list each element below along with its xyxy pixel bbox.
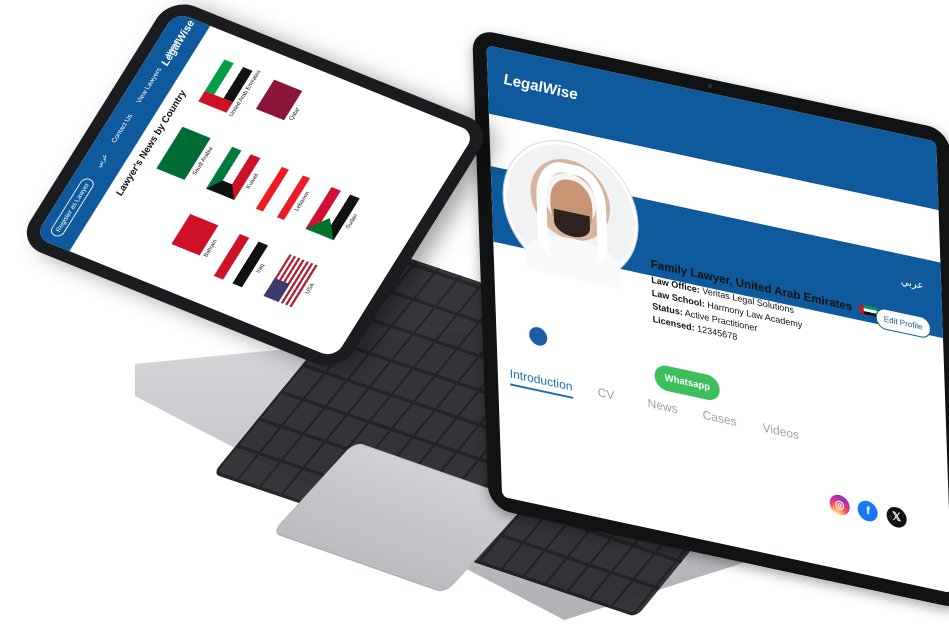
tablet-nav-arabic[interactable]: عربي [94,153,109,169]
tab-videos[interactable]: Videos [762,420,799,442]
uae-flag-icon [198,59,253,113]
qatar-flag-icon [248,79,303,133]
lebanon-flag-icon [255,166,311,221]
country-card-lebanon[interactable]: Lebanon [255,165,319,225]
country-card-usa[interactable]: USA [263,253,327,313]
facebook-icon[interactable]: f [857,498,879,524]
sudan-flag-icon [305,186,360,241]
tablet-nav-contact[interactable]: Contact Us [109,113,134,144]
iraq-flag-icon [213,234,269,288]
saudi-arabia-flag-icon [156,126,211,180]
x-icon[interactable]: 𝕏 [886,505,907,530]
verified-badge-icon [526,322,550,350]
brand-logo[interactable]: LegalWise [503,71,578,104]
instagram-icon[interactable]: ◎ [829,492,851,518]
country-card-sudan[interactable]: Sudan [305,185,369,245]
country-card-kuwait[interactable]: Kuwait [205,145,269,205]
laptop-screen: LegalWise عربي Lawyer Badr al-Askar Fami… [486,45,949,594]
kuwait-flag-icon [206,146,261,200]
tablet-register-button[interactable]: Register as Lawyer [48,176,97,239]
tab-introduction[interactable]: Introduction [509,366,573,399]
tab-news[interactable]: News [647,396,677,417]
tab-cases[interactable]: Cases [702,408,736,429]
profile-tabs: Introduction CV News Cases Videos [497,356,948,487]
tab-cv[interactable]: CV [597,385,614,403]
tablet-nav-view-lawyers[interactable]: View Lawyers [134,67,163,104]
tablet-brand-logo[interactable]: LegalWise [158,18,197,67]
camera-dot [708,83,713,89]
bahrain-flag-icon [164,213,219,268]
usa-flag-icon [263,254,318,308]
country-card-qatar[interactable]: Qatar [247,78,311,138]
country-card-uae[interactable]: United Arab Emirates [197,58,262,118]
country-card-bahrain[interactable]: Bahrain [163,212,227,272]
country-card-saudi-arabia[interactable]: Saudi Arabia [155,125,219,185]
avatar [501,128,640,350]
social-links: ◎ f 𝕏 [829,492,911,530]
country-card-iraq[interactable]: Iraq [213,233,277,293]
